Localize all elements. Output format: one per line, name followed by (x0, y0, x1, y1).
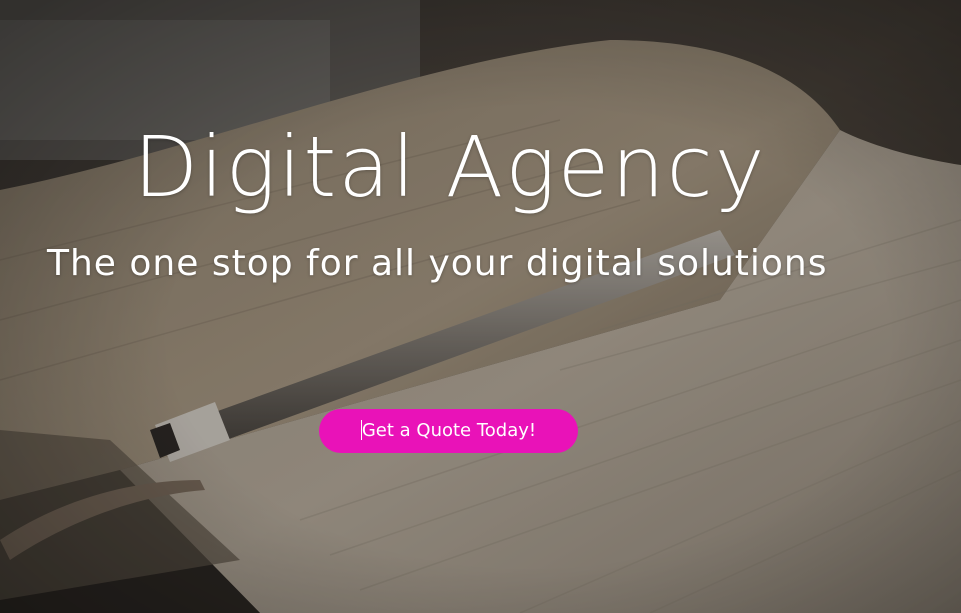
hero-subheadline: The one stop for all your digital soluti… (47, 243, 828, 284)
get-a-quote-button[interactable]: Get a Quote Today! (319, 409, 578, 453)
background-overlay (0, 0, 961, 613)
hero-section: Digital Agency The one stop for all your… (0, 0, 961, 613)
hero-headline: Digital Agency (133, 118, 767, 216)
get-a-quote-button-label: Get a Quote Today! (361, 420, 537, 441)
